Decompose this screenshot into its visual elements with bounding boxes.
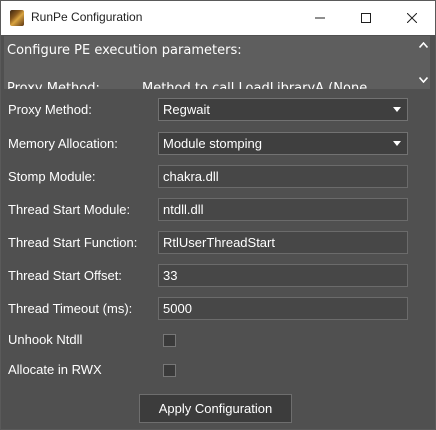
close-icon	[407, 13, 417, 23]
proxy-method-select[interactable]: Regwait	[158, 98, 408, 121]
allocate-rwx-label: Allocate in RWX	[8, 362, 102, 377]
description-line-2-value: Method to call LoadLibraryA (None	[142, 81, 368, 89]
thread-start-offset-input[interactable]: 33	[158, 264, 408, 287]
chevron-down-icon	[393, 141, 401, 146]
maximize-icon	[361, 13, 371, 23]
thread-start-module-label: Thread Start Module:	[8, 202, 131, 217]
minimize-button[interactable]	[297, 1, 343, 35]
unhook-ntdll-label: Unhook Ntdll	[8, 332, 83, 347]
close-button[interactable]	[389, 1, 435, 35]
app-icon	[10, 10, 24, 26]
memory-allocation-label: Memory Allocation:	[8, 136, 118, 151]
description-line-1: Configure PE execution parameters:	[7, 43, 242, 58]
thread-start-function-input[interactable]: RtlUserThreadStart	[158, 231, 408, 254]
allocate-rwx-checkbox[interactable]	[163, 364, 176, 377]
stomp-module-input[interactable]: chakra.dll	[158, 165, 408, 188]
title-bar[interactable]: RunPe Configuration	[1, 1, 435, 35]
description-scrollbar[interactable]	[416, 36, 430, 89]
description-line-2-key: Proxy Method:	[7, 81, 100, 89]
thread-start-function-label: Thread Start Function:	[8, 235, 138, 250]
minimize-icon	[315, 17, 325, 19]
thread-timeout-label: Thread Timeout (ms):	[8, 301, 133, 316]
scroll-down-icon[interactable]	[418, 75, 428, 85]
chevron-down-icon	[393, 107, 401, 112]
stomp-module-label: Stomp Module:	[8, 169, 96, 184]
apply-configuration-button[interactable]: Apply Configuration	[139, 394, 292, 423]
thread-start-module-input[interactable]: ntdll.dll	[158, 198, 408, 221]
maximize-button[interactable]	[343, 1, 389, 35]
memory-allocation-value: Module stomping	[163, 136, 262, 151]
proxy-method-value: Regwait	[163, 102, 210, 117]
window-title: RunPe Configuration	[31, 10, 143, 24]
scroll-up-icon[interactable]	[418, 40, 428, 50]
thread-timeout-input[interactable]: 5000	[158, 297, 408, 320]
memory-allocation-select[interactable]: Module stomping	[158, 132, 408, 155]
description-text-box[interactable]: Configure PE execution parameters: Proxy…	[4, 36, 430, 89]
thread-start-offset-label: Thread Start Offset:	[8, 268, 122, 283]
unhook-ntdll-checkbox[interactable]	[163, 334, 176, 347]
runpe-configuration-window: RunPe Configuration Configure PE executi…	[0, 0, 436, 430]
description-line-2: Proxy Method: Method to call LoadLibrary…	[7, 81, 367, 89]
proxy-method-label: Proxy Method:	[8, 102, 92, 117]
